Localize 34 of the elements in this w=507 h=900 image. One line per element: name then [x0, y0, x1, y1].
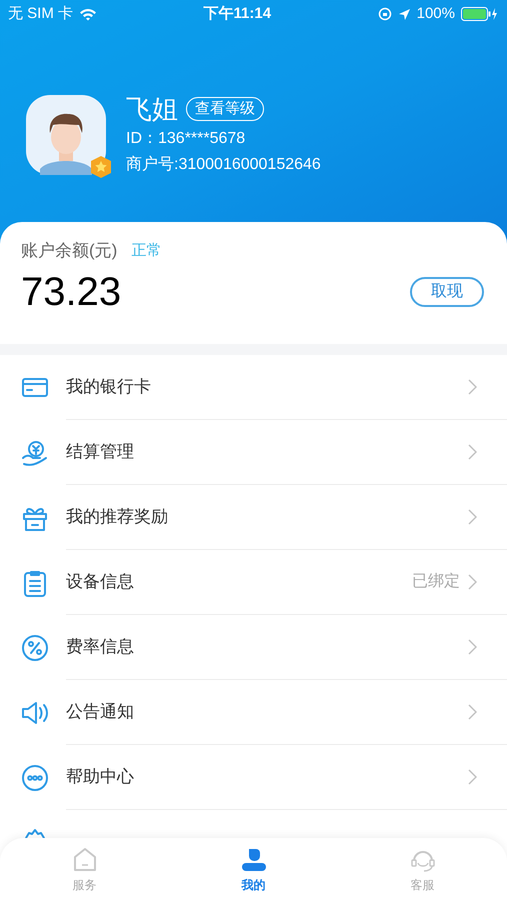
person-icon — [240, 846, 268, 874]
balance-amount: 73.23 — [21, 268, 122, 316]
menu-item[interactable]: 费率信息 — [66, 615, 507, 680]
lock-rotation-icon — [378, 7, 392, 21]
user-name: 飞姐 — [126, 93, 178, 125]
battery-icon — [461, 7, 499, 21]
menu-item[interactable]: 我的推荐奖励 — [66, 485, 507, 550]
bound-status: 已绑定 — [412, 572, 460, 592]
battery-percent: 100% — [416, 4, 455, 24]
menu-item[interactable]: 帮助中心 — [66, 745, 507, 810]
menu-item[interactable]: 公告通知 — [66, 680, 507, 745]
star-badge-icon — [90, 155, 112, 179]
menu-item[interactable]: 结算管理 — [66, 420, 507, 485]
chevron-right-icon — [468, 769, 477, 785]
time-text: 下午11:14 — [204, 4, 272, 24]
merchant-number: 商户号:3100016000152646 — [126, 154, 321, 175]
menu-item[interactable]: 我的银行卡 — [66, 355, 507, 420]
chevron-right-icon — [468, 509, 477, 525]
carrier-text: 无 SIM 卡 — [8, 4, 74, 24]
tab[interactable]: 我的 — [169, 838, 338, 900]
menu-item[interactable]: 设备信息 已绑定 — [66, 550, 507, 615]
location-arrow-icon — [398, 8, 411, 20]
user-id: ID：136****5678 — [126, 129, 246, 149]
wifi-icon — [79, 8, 98, 20]
balance-label: 账户余额(元) — [21, 240, 118, 262]
chevron-right-icon — [468, 639, 477, 655]
withdraw-button[interactable]: 取现 — [410, 276, 484, 306]
chevron-right-icon — [468, 704, 477, 720]
chevron-right-icon — [468, 574, 477, 590]
percent-icon — [20, 632, 50, 662]
status-text: 正常 — [131, 240, 162, 260]
chevron-right-icon — [468, 444, 477, 460]
chat-dots-icon — [20, 762, 50, 792]
chevron-right-icon — [468, 379, 477, 395]
